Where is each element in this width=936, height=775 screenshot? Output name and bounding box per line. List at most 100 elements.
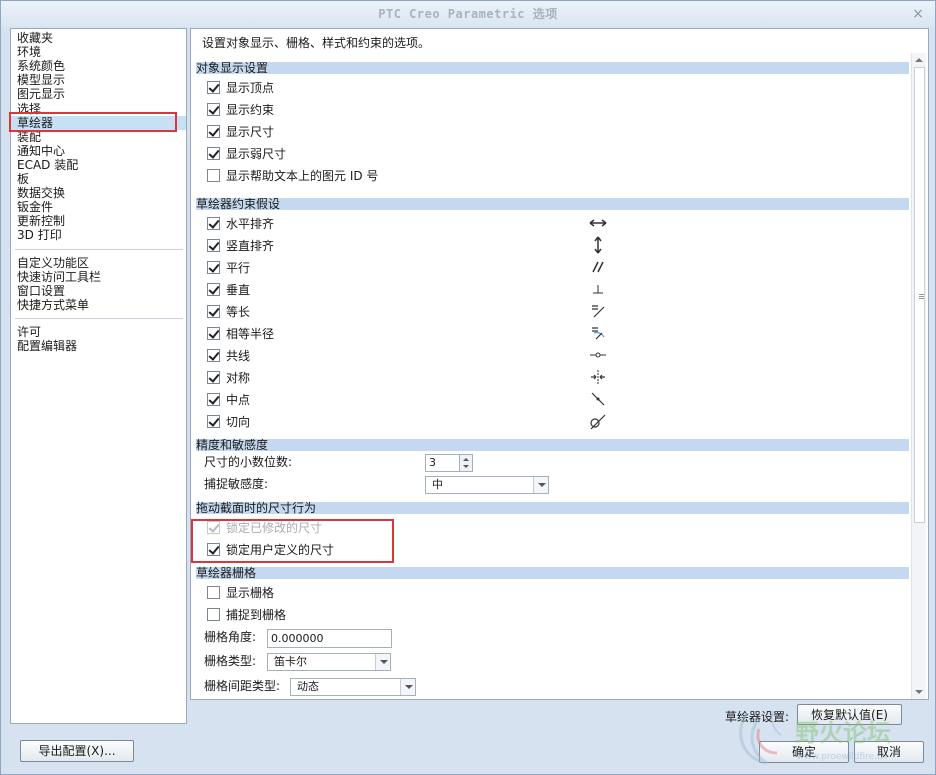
- drag-item-1-option[interactable]: 锁定用户定义的尺寸: [207, 539, 334, 559]
- title-bar[interactable]: PTC Creo Parametric 选项 ×: [1, 1, 935, 27]
- constraint-item-5-checkbox[interactable]: [207, 326, 220, 340]
- sidebar-item-0-4[interactable]: 图元显示: [11, 87, 186, 101]
- grid-angle-label: 栅格角度:: [204, 630, 257, 644]
- display-item-4-option[interactable]: 显示帮助文本上的图元 ID 号: [207, 165, 378, 185]
- constraint-item-4-checkbox[interactable]: [207, 304, 220, 318]
- constraint-item-2-checkbox[interactable]: [207, 260, 220, 274]
- vertical-scrollbar[interactable]: [911, 53, 926, 699]
- constraint-item-2-label: 平行: [226, 260, 251, 275]
- constraint-item-0-option[interactable]: 水平排齐: [207, 213, 274, 233]
- grid-type-value: 笛卡尔: [274, 655, 307, 668]
- constraint-item-3-label: 垂直: [226, 282, 251, 297]
- chevron-down-icon[interactable]: [533, 477, 548, 493]
- snap-to-grid-checkbox[interactable]: [207, 607, 220, 621]
- section-header-constraints: 草绘器约束假设: [196, 198, 909, 210]
- constraint-item-9-checkbox[interactable]: [207, 414, 220, 428]
- constraint-item-8-option[interactable]: 中点: [207, 389, 250, 409]
- grid-spacing-select[interactable]: 动态: [290, 678, 416, 696]
- constraint-item-7-checkbox[interactable]: [207, 370, 220, 384]
- constraint-item-1-checkbox[interactable]: [207, 238, 220, 252]
- show-grid-option[interactable]: 显示栅格: [207, 582, 274, 602]
- sidebar-separator: [15, 248, 183, 250]
- sidebar-item-2-1[interactable]: 配置编辑器: [11, 339, 186, 353]
- scroll-up-icon[interactable]: [915, 58, 923, 62]
- drag-item-1-checkbox[interactable]: [207, 542, 220, 556]
- constraint-item-3-checkbox[interactable]: [207, 282, 220, 296]
- options-dialog: PTC Creo Parametric 选项 × 收藏夹 环境 系统颜色 模型显示 图元…: [0, 0, 936, 775]
- sidebar-item-0-9[interactable]: ECAD 装配: [11, 158, 186, 172]
- grid-spacing-value: 动态: [297, 680, 319, 693]
- snap-to-grid-label: 捕捉到栅格: [226, 607, 287, 622]
- display-item-2-option[interactable]: 显示尺寸: [207, 121, 274, 141]
- sidebar-item-1-2[interactable]: 窗口设置: [11, 284, 186, 298]
- constraint-item-5-option[interactable]: 相等半径: [207, 323, 274, 343]
- snap-to-grid-option[interactable]: 捕捉到栅格: [207, 604, 286, 624]
- stepper-down-icon[interactable]: [463, 465, 469, 468]
- display-item-0-checkbox[interactable]: [207, 80, 220, 94]
- snap-sensitivity-select[interactable]: 中: [425, 476, 549, 494]
- display-item-0-option[interactable]: 显示顶点: [207, 77, 274, 97]
- close-icon[interactable]: ×: [909, 5, 927, 23]
- constraint-item-7-option[interactable]: 对称: [207, 367, 250, 387]
- constraint-item-4-label: 等长: [226, 304, 251, 319]
- sidebar-item-0-0[interactable]: 收藏夹: [11, 31, 186, 45]
- category-sidebar: 收藏夹 环境 系统颜色 模型显示 图元显示 选择 草绘器 装配 通知中心 ECAD 装配板数据交换…: [10, 28, 187, 724]
- sidebar-item-0-10[interactable]: 板: [11, 172, 186, 186]
- constraint-item-0-checkbox[interactable]: [207, 216, 220, 230]
- constraint-item-6-option[interactable]: 共线: [207, 345, 250, 365]
- equal-length-icon: [586, 301, 610, 321]
- sidebar-item-2-0[interactable]: 许可: [11, 325, 186, 339]
- sketcher-options-panel: 设置对象显示、栅格、样式和约束的选项。 对象显示设置 草绘器约束假设 精度和敏感…: [190, 28, 929, 700]
- display-item-3-checkbox[interactable]: [207, 146, 220, 160]
- stepper-up-icon[interactable]: [463, 458, 469, 461]
- constraint-item-2-option[interactable]: 平行: [207, 257, 250, 277]
- drag-item-0-label: 锁定已修改的尺寸: [226, 520, 323, 535]
- chevron-down-icon[interactable]: [400, 679, 415, 695]
- display-item-1-checkbox[interactable]: [207, 102, 220, 116]
- options-scroll-area: 对象显示设置 草绘器约束假设 精度和敏感度 尺寸的小数位数: 3 捕捉敏感度: …: [191, 55, 928, 699]
- sidebar-item-0-8[interactable]: 通知中心: [11, 144, 186, 158]
- display-item-3-label: 显示弱尺寸: [226, 146, 287, 161]
- constraint-item-9-option[interactable]: 切向: [207, 411, 250, 431]
- chevron-down-icon[interactable]: [375, 654, 390, 670]
- sidebar-item-0-2[interactable]: 系统颜色: [11, 59, 186, 73]
- scroll-thumb[interactable]: [914, 67, 925, 523]
- drag-item-0-option[interactable]: 锁定已修改的尺寸: [207, 517, 322, 537]
- show-grid-checkbox[interactable]: [207, 585, 220, 599]
- midpoint-icon: [586, 389, 610, 409]
- sidebar-item-0-3[interactable]: 模型显示: [11, 73, 186, 87]
- constraint-item-6-checkbox[interactable]: [207, 348, 220, 362]
- constraint-item-1-option[interactable]: 竖直排齐: [207, 235, 274, 255]
- cancel-button[interactable]: 取消: [854, 741, 924, 763]
- constraint-item-8-checkbox[interactable]: [207, 392, 220, 406]
- constraint-item-5-label: 相等半径: [226, 326, 275, 341]
- grid-type-select[interactable]: 笛卡尔: [267, 653, 391, 671]
- stepper-buttons[interactable]: [459, 455, 472, 471]
- ok-button[interactable]: 确定: [759, 741, 849, 763]
- display-item-1-option[interactable]: 显示约束: [207, 99, 274, 119]
- sidebar-item-0-13[interactable]: 更新控制: [11, 214, 186, 228]
- sidebar-item-0-12[interactable]: 钣金件: [11, 200, 186, 214]
- scroll-down-icon[interactable]: [915, 690, 923, 694]
- sidebar-item-1-3[interactable]: 快捷方式菜单: [11, 298, 186, 312]
- display-item-3-option[interactable]: 显示弱尺寸: [207, 143, 286, 163]
- grip-icon: [919, 296, 924, 297]
- sidebar-item-1-0[interactable]: 自定义功能区: [11, 256, 186, 270]
- restore-defaults-button[interactable]: 恢复默认值(E): [797, 704, 902, 725]
- constraint-item-3-option[interactable]: 垂直: [207, 279, 250, 299]
- decimal-places-stepper[interactable]: 3: [425, 454, 473, 472]
- grid-angle-input[interactable]: 0.000000: [267, 629, 392, 648]
- constraint-item-4-option[interactable]: 等长: [207, 301, 250, 321]
- display-item-0-label: 显示顶点: [226, 80, 275, 95]
- display-item-4-checkbox[interactable]: [207, 168, 220, 182]
- sidebar-item-0-14[interactable]: 3D 打印: [11, 228, 186, 242]
- export-config-button[interactable]: 导出配置(X)...: [20, 740, 134, 762]
- sidebar-item-1-1[interactable]: 快速访问工具栏: [11, 270, 186, 284]
- sidebar-item-0-1[interactable]: 环境: [11, 45, 186, 59]
- constraint-item-7-label: 对称: [226, 370, 251, 385]
- sidebar-item-0-11[interactable]: 数据交换: [11, 186, 186, 200]
- display-item-2-checkbox[interactable]: [207, 124, 220, 138]
- highlight-box-sketcher: [9, 112, 177, 132]
- decimal-places-value: 3: [429, 456, 436, 469]
- section-header-drag: 拖动截面时的尺寸行为: [196, 502, 909, 514]
